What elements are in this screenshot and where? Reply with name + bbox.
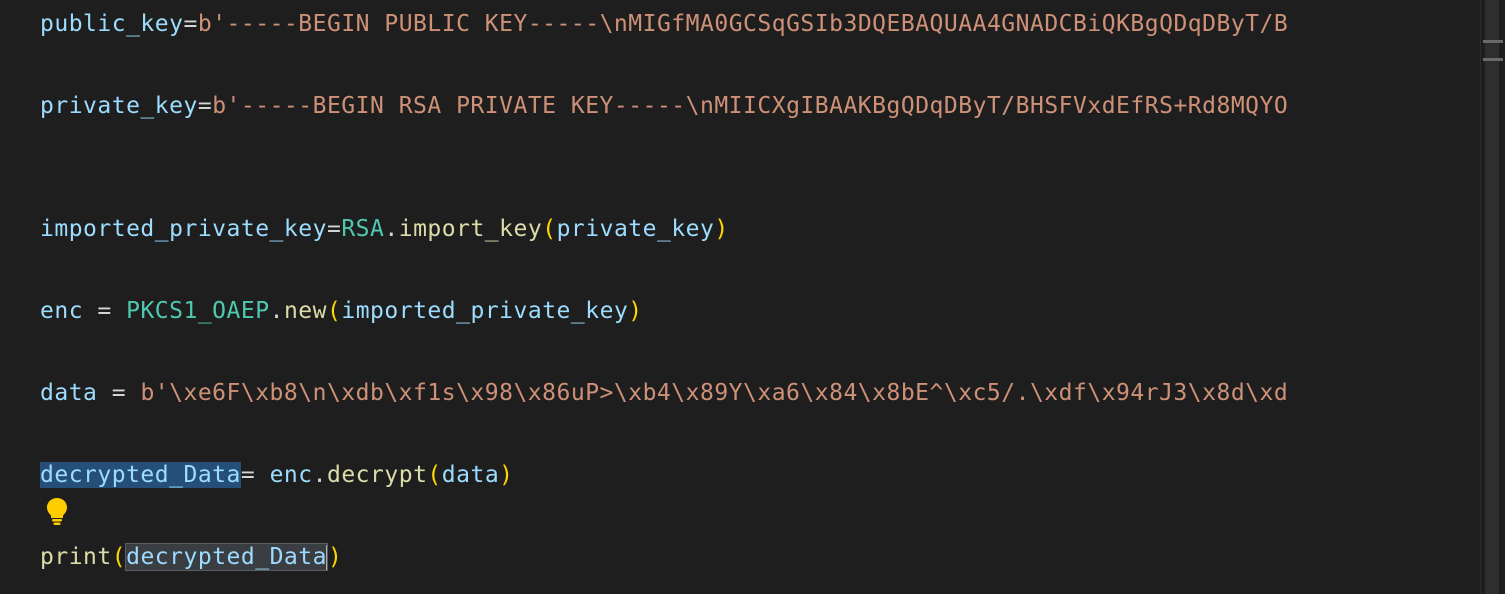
assign-operator: = [183, 11, 198, 37]
close-paren: ) [499, 462, 514, 488]
open-paren: ( [427, 462, 442, 488]
enc-variable: enc [40, 298, 84, 324]
decrypt-function: decrypt [326, 462, 428, 488]
lightbulb-icon[interactable] [45, 496, 69, 526]
scrollbar-marker [1483, 58, 1503, 61]
vertical-scrollbar[interactable] [1480, 0, 1505, 594]
assign-operator: = [326, 216, 342, 242]
new-function: new [283, 298, 327, 324]
dot-operator: . [384, 216, 399, 242]
assign-operator: = [197, 93, 213, 119]
private-key-argument: private_key [556, 216, 715, 242]
imported-private-key-argument: imported_private_key [341, 298, 629, 324]
data-argument: data [441, 462, 500, 488]
pkcs1-oaep-class: PKCS1_OAEP [126, 298, 270, 324]
import-key-function: import_key [398, 216, 543, 242]
public-key-variable: public_key [40, 11, 184, 37]
code-area[interactable]: public_key=b'-----BEGIN PUBLIC KEY-----\… [0, 0, 1480, 594]
code-line-public-key[interactable]: public_key=b'-----BEGIN PUBLIC KEY-----\… [40, 8, 1288, 40]
decrypted-data-variable: decrypted_Data [40, 462, 241, 488]
assign-operator: = [240, 462, 270, 488]
code-editor[interactable]: public_key=b'-----BEGIN PUBLIC KEY-----\… [0, 0, 1505, 594]
scrollbar-thumb[interactable] [1485, 0, 1499, 594]
code-line-import-key[interactable]: imported_private_key=RSA.import_key(priv… [40, 213, 729, 245]
dot-operator: . [269, 298, 284, 324]
data-bytes-string: b'\xe6F\xb8\n\xdb\xf1s\x98\x86uP>\xb4\x8… [140, 380, 1289, 406]
decrypted-data-argument: decrypted_Data [125, 543, 328, 571]
print-function: print [40, 544, 112, 570]
open-paren: ( [542, 216, 557, 242]
code-line-private-key[interactable]: private_key=b'-----BEGIN RSA PRIVATE KEY… [40, 90, 1288, 122]
data-variable: data [40, 380, 98, 406]
private-key-variable: private_key [40, 93, 198, 119]
private-key-string: b'-----BEGIN RSA PRIVATE KEY-----\nMIICX… [212, 93, 1289, 119]
scrollbar-marker [1483, 40, 1503, 43]
enc-object: enc [269, 462, 313, 488]
code-line-decrypt[interactable]: decrypted_Data= enc.decrypt(data) [40, 459, 514, 491]
assign-operator: = [97, 380, 141, 406]
open-paren: ( [326, 298, 342, 324]
rsa-class: RSA [341, 216, 385, 242]
assign-operator: = [83, 298, 127, 324]
code-line-enc[interactable]: enc = PKCS1_OAEP.new(imported_private_ke… [40, 295, 643, 327]
open-paren: ( [111, 544, 127, 570]
code-line-print[interactable]: print(decrypted_Data) [40, 541, 342, 573]
code-line-data[interactable]: data = b'\xe6F\xb8\n\xdb\xf1s\x98\x86uP>… [40, 377, 1288, 409]
imported-private-key-variable: imported_private_key [40, 216, 327, 242]
close-paren: ) [327, 544, 343, 570]
close-paren: ) [628, 298, 643, 324]
public-key-string: b'-----BEGIN PUBLIC KEY-----\nMIGfMA0GCS… [197, 11, 1289, 37]
dot-operator: . [312, 462, 327, 488]
close-paren: ) [714, 216, 729, 242]
